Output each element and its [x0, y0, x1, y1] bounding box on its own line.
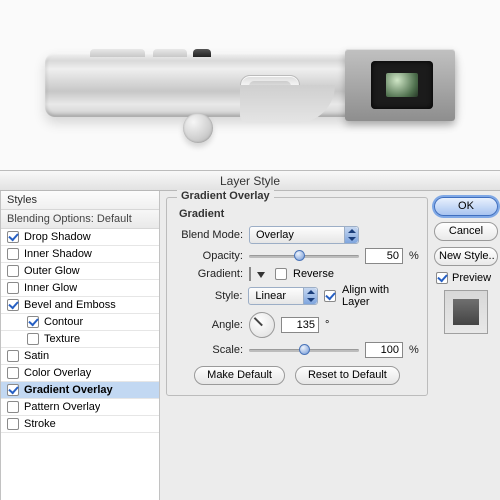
style-checkbox[interactable]: [7, 282, 19, 294]
reset-default-button[interactable]: Reset to Default: [295, 366, 400, 385]
style-item-bevel-and-emboss[interactable]: Bevel and Emboss: [1, 297, 159, 314]
product-image: [0, 0, 500, 170]
align-checkbox[interactable]: [324, 290, 336, 302]
style-checkbox[interactable]: [27, 316, 39, 328]
cancel-button[interactable]: Cancel: [434, 222, 498, 241]
style-item-label: Gradient Overlay: [24, 384, 113, 396]
style-item-label: Texture: [44, 333, 80, 345]
panel-subtitle: Gradient: [175, 204, 419, 222]
opacity-label: Opacity:: [175, 250, 243, 262]
chevron-down-icon: [257, 272, 265, 278]
preview-label: Preview: [452, 272, 491, 284]
styles-list: Styles Blending Options: Default Drop Sh…: [0, 191, 160, 500]
reverse-checkbox[interactable]: [275, 268, 287, 280]
style-checkbox[interactable]: [7, 265, 19, 277]
scale-slider[interactable]: [249, 344, 359, 356]
preview-swatch: [444, 290, 488, 334]
chevron-updown-icon: [344, 227, 358, 243]
chevron-updown-icon: [303, 288, 317, 304]
style-checkbox[interactable]: [7, 418, 19, 430]
style-item-satin[interactable]: Satin: [1, 348, 159, 365]
style-item-texture[interactable]: Texture: [1, 331, 159, 348]
blending-options-header[interactable]: Blending Options: Default: [1, 210, 159, 229]
style-item-label: Inner Glow: [24, 282, 77, 294]
reverse-label: Reverse: [293, 268, 334, 280]
style-item-inner-shadow[interactable]: Inner Shadow: [1, 246, 159, 263]
opacity-slider[interactable]: [249, 250, 359, 262]
style-checkbox[interactable]: [27, 333, 39, 345]
style-item-label: Outer Glow: [24, 265, 80, 277]
style-checkbox[interactable]: [7, 401, 19, 413]
style-item-contour[interactable]: Contour: [1, 314, 159, 331]
gradient-overlay-panel: Gradient Overlay Gradient Blend Mode: Ov…: [160, 191, 430, 500]
angle-input[interactable]: 135: [281, 317, 319, 333]
dialog-buttons: OK Cancel New Style.. Preview: [430, 191, 500, 500]
make-default-button[interactable]: Make Default: [194, 366, 285, 385]
style-checkbox[interactable]: [7, 248, 19, 260]
scale-label: Scale:: [175, 344, 243, 356]
style-checkbox[interactable]: [7, 231, 19, 243]
style-item-label: Satin: [24, 350, 49, 362]
styles-header[interactable]: Styles: [1, 191, 159, 210]
percent-sign: %: [409, 250, 419, 262]
style-item-label: Color Overlay: [24, 367, 91, 379]
gradient-swatch[interactable]: [249, 268, 251, 280]
angle-dial[interactable]: [249, 312, 275, 338]
blend-mode-select[interactable]: Overlay: [249, 226, 359, 244]
style-value: Linear: [255, 290, 286, 302]
angle-label: Angle:: [175, 319, 243, 331]
dialog-title: Layer Style: [0, 171, 500, 191]
style-item-drop-shadow[interactable]: Drop Shadow: [1, 229, 159, 246]
style-checkbox[interactable]: [7, 367, 19, 379]
style-item-label: Stroke: [24, 418, 56, 430]
style-select[interactable]: Linear: [248, 287, 318, 305]
degree-sign: °: [325, 319, 329, 331]
layer-style-dialog: Layer Style Styles Blending Options: Def…: [0, 170, 500, 500]
style-label: Style:: [175, 290, 242, 302]
style-item-label: Drop Shadow: [24, 231, 91, 243]
camera-illustration: [45, 53, 455, 117]
preview-checkbox[interactable]: [436, 272, 448, 284]
style-item-label: Inner Shadow: [24, 248, 92, 260]
new-style-button[interactable]: New Style..: [434, 247, 498, 266]
style-checkbox[interactable]: [7, 299, 19, 311]
style-checkbox[interactable]: [7, 350, 19, 362]
opacity-input[interactable]: 50: [365, 248, 403, 264]
scale-input[interactable]: 100: [365, 342, 403, 358]
blend-mode-label: Blend Mode:: [175, 229, 243, 241]
style-item-inner-glow[interactable]: Inner Glow: [1, 280, 159, 297]
style-item-gradient-overlay[interactable]: Gradient Overlay: [1, 382, 159, 399]
ok-button[interactable]: OK: [434, 197, 498, 216]
style-item-label: Pattern Overlay: [24, 401, 100, 413]
style-checkbox[interactable]: [7, 384, 19, 396]
style-item-outer-glow[interactable]: Outer Glow: [1, 263, 159, 280]
style-item-stroke[interactable]: Stroke: [1, 416, 159, 433]
panel-title: Gradient Overlay: [177, 190, 274, 202]
percent-sign: %: [409, 344, 419, 356]
style-item-pattern-overlay[interactable]: Pattern Overlay: [1, 399, 159, 416]
style-item-color-overlay[interactable]: Color Overlay: [1, 365, 159, 382]
align-label: Align with Layer: [342, 284, 419, 308]
style-item-label: Contour: [44, 316, 83, 328]
style-item-label: Bevel and Emboss: [24, 299, 116, 311]
gradient-label: Gradient:: [175, 268, 243, 280]
blend-mode-value: Overlay: [256, 229, 294, 241]
